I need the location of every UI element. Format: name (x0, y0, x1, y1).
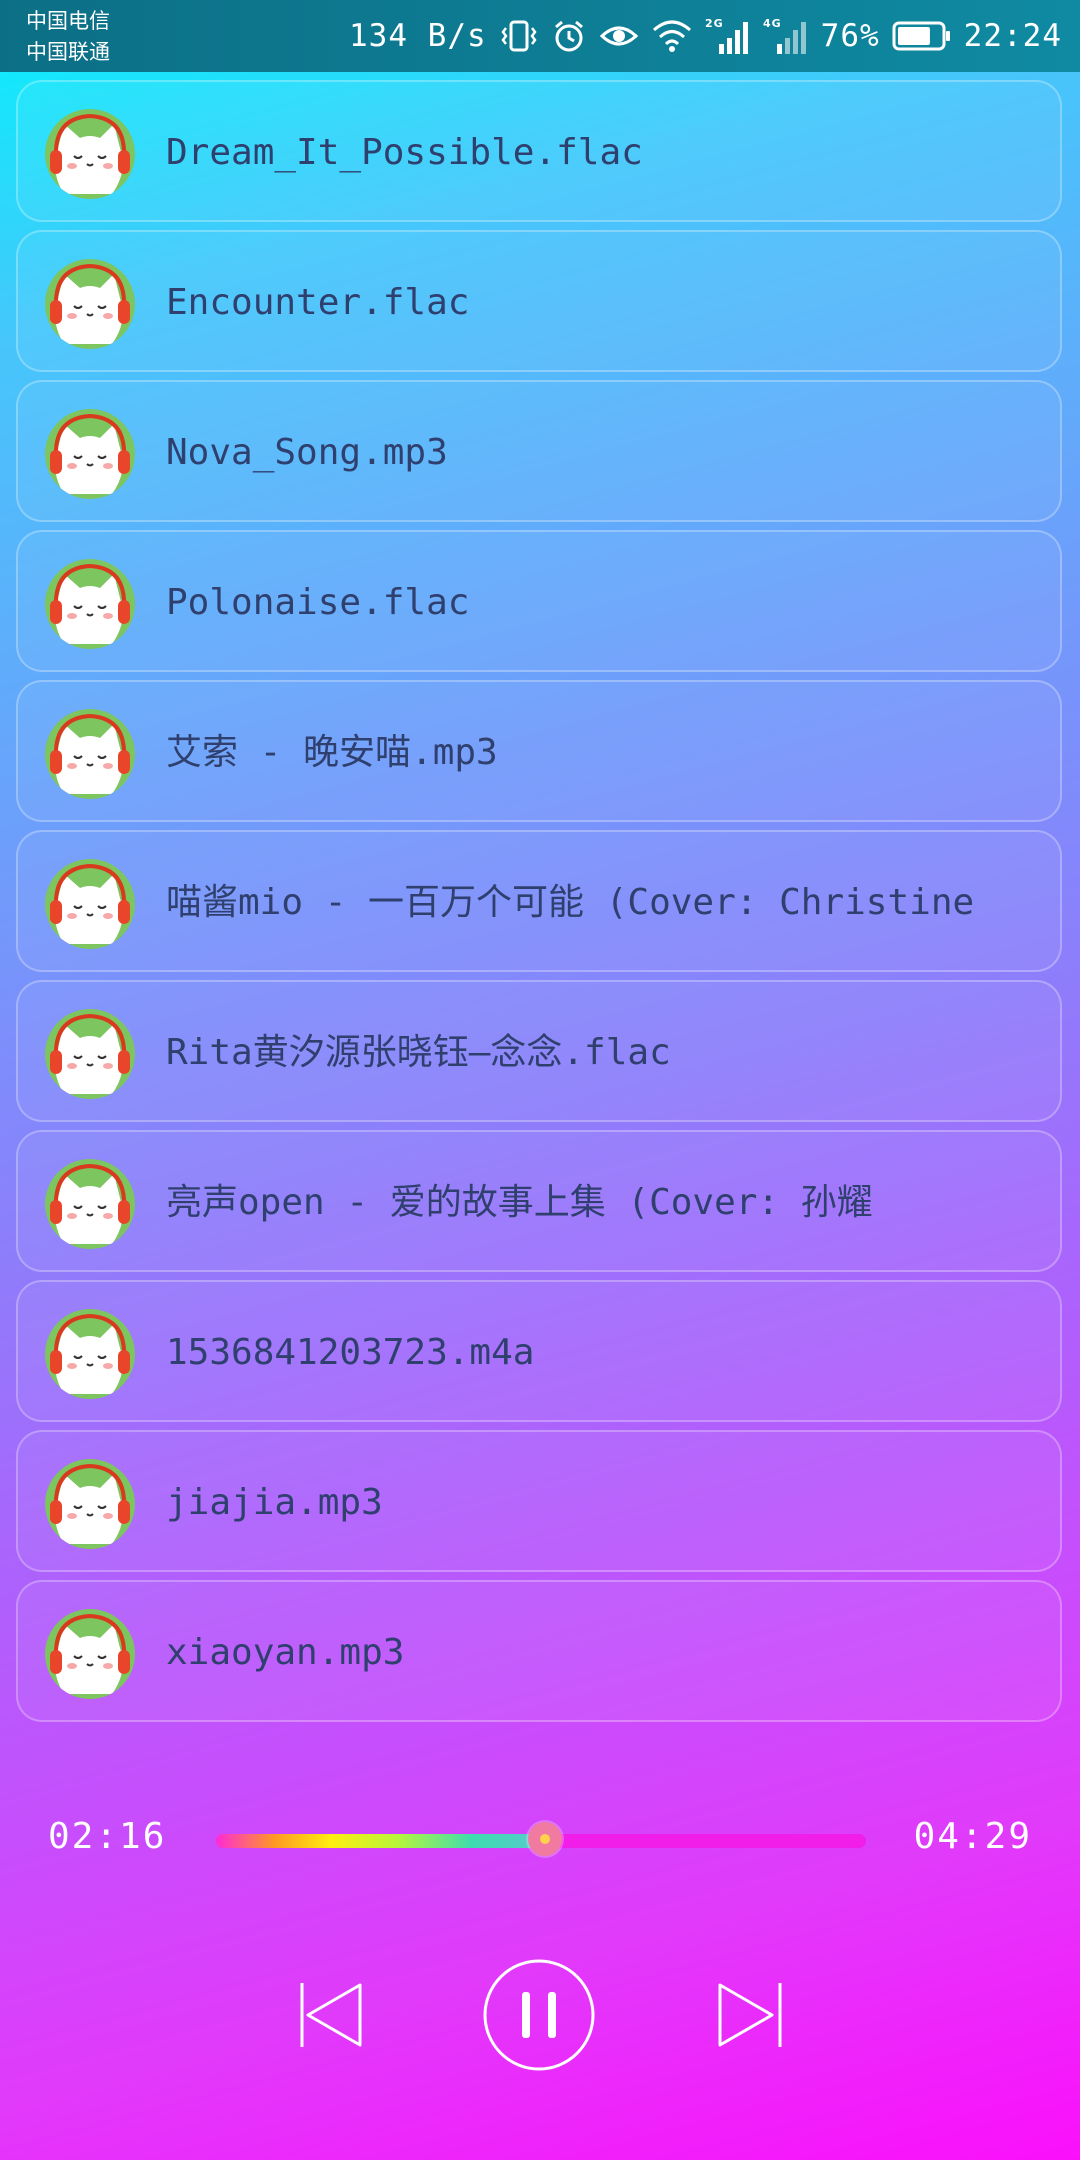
cat-headphones-avatar-icon (44, 708, 136, 800)
song-item[interactable]: 喵酱mio - 一百万个可能 (Cover: Christine (16, 830, 1062, 972)
pause-button[interactable] (482, 1958, 596, 2072)
carrier-info: 中国电信 中国联通 (26, 6, 110, 68)
song-title: Encounter.flac (166, 282, 470, 323)
song-title: Polonaise.flac (166, 582, 470, 623)
battery-percent: 76% (820, 18, 880, 54)
progress-thumb[interactable] (527, 1822, 562, 1856)
svg-text:4G: 4G (763, 17, 782, 30)
carrier-1: 中国电信 (26, 9, 110, 33)
song-title: jiajia.mp3 (166, 1482, 383, 1523)
cat-headphones-avatar-icon (44, 1008, 136, 1100)
cat-headphones-avatar-icon (44, 1458, 136, 1550)
song-item[interactable]: Nova_Song.mp3 (16, 380, 1062, 522)
song-title: xiaoyan.mp3 (166, 1632, 405, 1673)
song-title: 艾索 - 晚安喵.mp3 (166, 732, 498, 773)
song-item[interactable]: xiaoyan.mp3 (16, 1580, 1062, 1722)
pause-icon (483, 1959, 595, 2071)
song-item[interactable]: 1536841203723.m4a (16, 1280, 1062, 1422)
signal-icon-2g: 2G (705, 16, 751, 56)
song-item[interactable]: Rita黄汐源张晓钰—念念.flac (16, 980, 1062, 1122)
previous-button[interactable] (290, 1975, 370, 2055)
skip-previous-icon (300, 1983, 362, 2047)
song-title: Rita黄汐源张晓钰—念念.flac (166, 1032, 671, 1073)
net-speed: 134 B/s (349, 18, 487, 54)
progress-fill (216, 1834, 545, 1848)
song-item[interactable]: 艾索 - 晚安喵.mp3 (16, 680, 1062, 822)
song-title: Nova_Song.mp3 (166, 432, 448, 473)
alarm-icon (551, 18, 587, 54)
song-title: 1536841203723.m4a (166, 1332, 535, 1373)
cat-headphones-avatar-icon (44, 108, 136, 200)
battery-icon (892, 20, 952, 52)
svg-text:2G: 2G (705, 17, 724, 30)
total-time: 04:29 (913, 1816, 1032, 1857)
song-list[interactable]: Dream_It_Possible.flac Encounter.flac Nova… (0, 72, 1080, 1788)
song-item[interactable]: jiajia.mp3 (16, 1430, 1062, 1572)
status-bar: 中国电信 中国联通 134 B/s 2G 4G 76% 22:24 (0, 0, 1080, 72)
cat-headphones-avatar-icon (44, 1308, 136, 1400)
song-title: 亮声open - 爱的故事上集 (Cover: 孙耀 (166, 1182, 873, 1223)
cat-headphones-avatar-icon (44, 408, 136, 500)
song-title: 喵酱mio - 一百万个可能 (Cover: Christine (166, 882, 975, 923)
cat-headphones-avatar-icon (44, 558, 136, 650)
vibrate-icon (499, 18, 539, 54)
song-item[interactable]: Encounter.flac (16, 230, 1062, 372)
cat-headphones-avatar-icon (44, 858, 136, 950)
next-button[interactable] (712, 1975, 792, 2055)
wifi-icon (651, 18, 693, 54)
song-title: Dream_It_Possible.flac (166, 132, 643, 173)
eye-icon (599, 18, 639, 54)
current-time: 02:16 (48, 1816, 167, 1857)
song-item[interactable]: Polonaise.flac (16, 530, 1062, 672)
song-item[interactable]: 亮声open - 爱的故事上集 (Cover: 孙耀 (16, 1130, 1062, 1272)
cat-headphones-avatar-icon (44, 1608, 136, 1700)
cat-headphones-avatar-icon (44, 1158, 136, 1250)
carrier-2: 中国联通 (26, 40, 110, 64)
skip-next-icon (718, 1983, 782, 2047)
signal-icon-4g: 4G (763, 16, 809, 56)
cat-headphones-avatar-icon (44, 258, 136, 350)
status-indicators: 134 B/s 2G 4G 76% 22:24 (349, 0, 1062, 72)
song-item[interactable]: Dream_It_Possible.flac (16, 80, 1062, 222)
clock: 22:24 (963, 18, 1062, 54)
